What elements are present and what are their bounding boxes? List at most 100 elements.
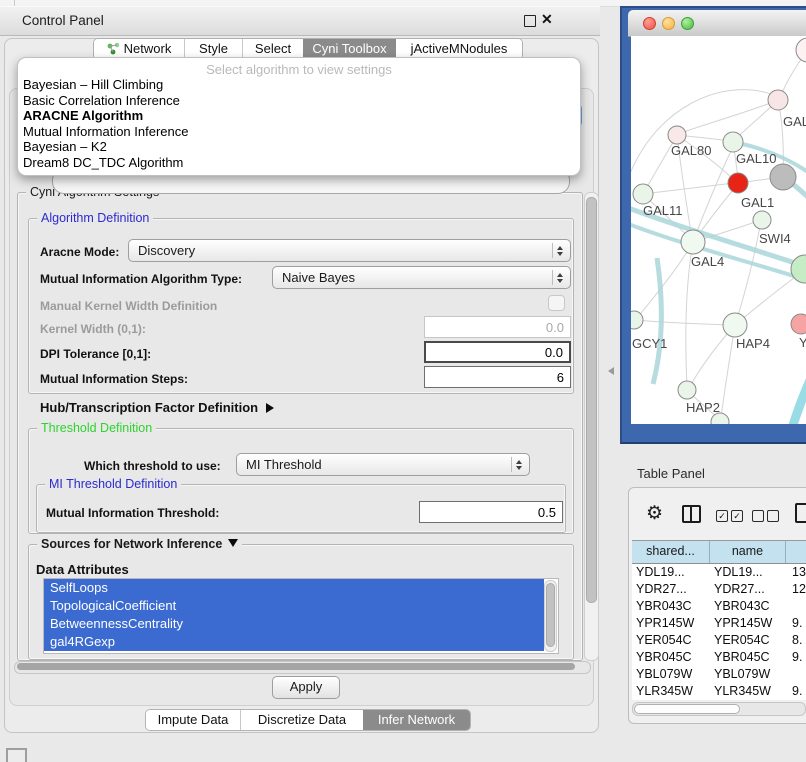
table-row[interactable]: YBL079WYBL079W	[632, 666, 806, 683]
manual-kernel-checkbox[interactable]	[548, 295, 565, 311]
attr-list-scrollbar[interactable]	[544, 580, 557, 652]
table-cell: 12	[786, 581, 806, 598]
which-threshold-label: Which threshold to use:	[84, 459, 221, 473]
table-hscrollbar-thumb[interactable]	[634, 704, 740, 714]
select-all-checkboxes-icon[interactable]: ✓✓	[716, 507, 746, 525]
close-icon[interactable]: ✕	[541, 11, 553, 28]
columns-icon[interactable]	[682, 505, 701, 523]
hub-definition-toggle[interactable]: Hub/Transcription Factor Definition	[40, 400, 274, 415]
algorithm-option[interactable]: Dream8 DC_TDC Algorithm	[18, 155, 580, 171]
network-node-gal11[interactable]	[633, 184, 653, 204]
clear-all-checkboxes-icon[interactable]	[752, 507, 782, 525]
network-node[interactable]	[770, 164, 796, 190]
table-row[interactable]: YPR145WYPR145W9.	[632, 615, 806, 632]
algorithm-option-list: Bayesian – Hill ClimbingBasic Correlatio…	[18, 77, 580, 171]
table-cell: YBL079W	[710, 666, 786, 683]
network-node-gal[interactable]	[768, 90, 788, 110]
mac-close-button[interactable]	[643, 17, 656, 30]
table-cell: YER054C	[632, 632, 710, 649]
mi-type-combo[interactable]: Naive Bayes	[272, 266, 571, 289]
chevron-updown-icon	[552, 270, 567, 285]
file-icon[interactable]	[795, 503, 806, 523]
dpi-tolerance-field[interactable]: 0.0	[424, 341, 571, 363]
settings-scrollbar[interactable]	[584, 192, 599, 661]
tab-discretize-data[interactable]: Discretize Data	[240, 710, 363, 730]
tab-label: Cyni Toolbox	[312, 41, 386, 56]
tab-label: jActiveMNodules	[411, 41, 508, 56]
table-row[interactable]: YBR043CYBR043C	[632, 598, 806, 615]
column-header-name[interactable]: name	[710, 541, 786, 563]
table-hscrollbar[interactable]	[632, 702, 806, 716]
table-row[interactable]: YLR345WYLR345W9.	[632, 683, 806, 700]
algorithm-option[interactable]: Basic Correlation Inference	[18, 93, 580, 109]
tab-select[interactable]: Select	[242, 39, 303, 59]
tab-network[interactable]: Network	[94, 39, 184, 59]
gear-icon[interactable]: ⚙	[646, 502, 663, 525]
algorithm-definition-title: Algorithm Definition	[37, 211, 153, 225]
algorithm-option[interactable]: ARACNE Algorithm	[18, 108, 580, 124]
network-node-label: GCY1	[632, 336, 667, 351]
network-node-gal1[interactable]	[728, 173, 748, 193]
table-row[interactable]: YDL19...YDL19...13	[632, 564, 806, 581]
algorithm-option[interactable]: Bayesian – K2	[18, 139, 580, 155]
network-node-gal10[interactable]	[723, 132, 743, 152]
mi-steps-label: Mutual Information Steps:	[40, 372, 188, 386]
network-node[interactable]	[796, 38, 806, 62]
table-cell: YDR27...	[710, 581, 786, 598]
tab-jactivemnodules[interactable]: jActiveMNodules	[396, 39, 522, 59]
network-node-label: Y	[799, 335, 806, 350]
network-node-label: GAL11	[643, 203, 683, 218]
data-attribute-item[interactable]: TopologicalCoefficient	[44, 597, 544, 615]
tab-cyni-toolbox[interactable]: Cyni Toolbox	[303, 39, 396, 59]
float-window-icon[interactable]	[524, 15, 536, 27]
table-row[interactable]: YER054CYER054C8.	[632, 632, 806, 649]
data-attribute-item[interactable]: SelfLoops	[44, 579, 544, 597]
tab-label: Infer Network	[378, 712, 455, 727]
tab-style[interactable]: Style	[184, 39, 242, 59]
sources-toggle[interactable]: Sources for Network Inference	[37, 537, 242, 551]
tab-impute-data[interactable]: Impute Data	[146, 710, 240, 730]
network-node-y[interactable]	[791, 314, 806, 334]
mi-threshold-field[interactable]: 0.5	[419, 501, 563, 523]
network-node-gal80[interactable]	[668, 126, 686, 144]
column-header-extra[interactable]	[786, 541, 806, 563]
table-cell	[786, 666, 806, 683]
column-header-shared[interactable]: shared...	[632, 541, 710, 563]
table-row[interactable]: YBR045CYBR045C9.	[632, 649, 806, 666]
tab-label: Network	[124, 41, 172, 56]
network-node-hap2[interactable]	[678, 381, 696, 399]
tab-infer-network[interactable]: Infer Network	[363, 710, 470, 730]
settings-hscrollbar-thumb[interactable]	[17, 663, 575, 670]
algorithm-option[interactable]: Mutual Information Inference	[18, 124, 580, 140]
table-cell: YPR145W	[632, 615, 710, 632]
mac-minimize-button[interactable]	[662, 17, 675, 30]
data-attribute-item[interactable]: BetweennessCentrality	[44, 615, 544, 633]
network-canvas[interactable]: GALGAL80GAL10GAL1GAL11SWI4GAL4GCY1HAP4YH…	[631, 36, 806, 424]
kernel-width-label: Kernel Width (0,1):	[40, 322, 146, 336]
mac-zoom-button[interactable]	[681, 17, 694, 30]
network-node-hap4[interactable]	[723, 313, 747, 337]
tab-label: Discretize Data	[258, 712, 346, 727]
table-row[interactable]: YDR27...YDR27...12	[632, 581, 806, 598]
aracne-mode-value: Discovery	[138, 243, 195, 258]
table-cell: YDR27...	[632, 581, 710, 598]
collapsed-panel-icon[interactable]	[6, 748, 27, 762]
settings-hscrollbar[interactable]	[14, 661, 591, 674]
which-threshold-combo[interactable]: MI Threshold	[236, 453, 530, 476]
kernel-width-field[interactable]: 0.0	[424, 316, 571, 338]
collapse-down-icon	[228, 539, 238, 547]
sources-title: Sources for Network Inference	[41, 537, 222, 551]
network-window-titlebar[interactable]	[628, 10, 806, 37]
network-node-swi4[interactable]	[753, 211, 771, 229]
mi-steps-field[interactable]: 6	[424, 366, 571, 388]
attr-scrollbar-thumb[interactable]	[546, 583, 555, 647]
collapse-left-icon[interactable]	[608, 367, 614, 375]
data-attribute-item[interactable]: gal4RGexp	[44, 633, 544, 651]
algorithm-option[interactable]: Bayesian – Hill Climbing	[18, 77, 580, 93]
table-cell: YDL19...	[710, 564, 786, 581]
settings-scrollbar-thumb[interactable]	[586, 197, 597, 603]
aracne-mode-combo[interactable]: Discovery	[128, 239, 571, 262]
network-node-gal4[interactable]	[681, 230, 705, 254]
which-threshold-value: MI Threshold	[246, 457, 322, 472]
apply-button[interactable]: Apply	[272, 676, 340, 699]
